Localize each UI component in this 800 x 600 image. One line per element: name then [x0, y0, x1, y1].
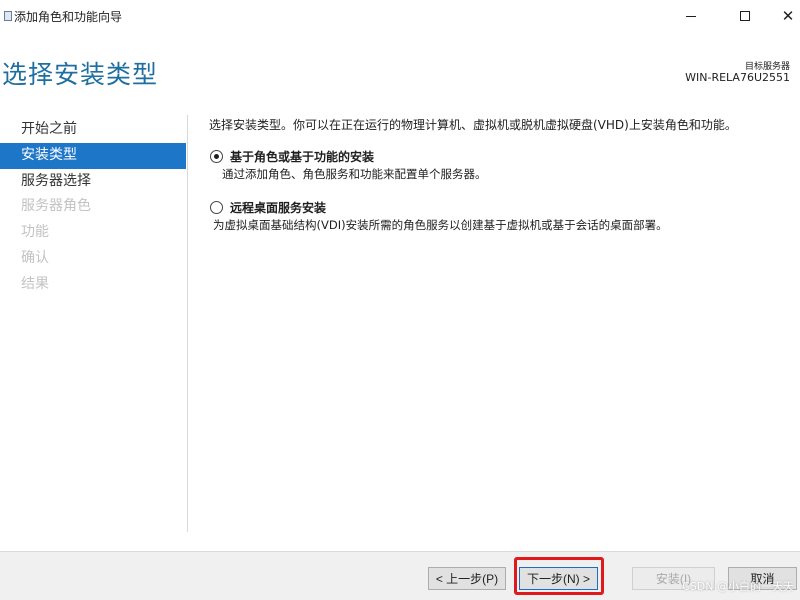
option-role-based-description: 通过添加角色、角色服务和功能来配置单个服务器。 — [222, 167, 487, 181]
nav-divider — [187, 115, 188, 532]
nav-item-confirmation: 确认 — [21, 249, 49, 266]
window-title: 添加角色和功能向导 — [14, 10, 123, 24]
radio-remote-desktop[interactable] — [210, 201, 223, 214]
option-remote-desktop-title[interactable]: 远程桌面服务安装 — [230, 199, 326, 216]
main-content: 选择安装类型。你可以在正在运行的物理计算机、虚拟机或脱机虚拟硬盘(VHD)上安装… — [209, 114, 789, 232]
option-role-based-title[interactable]: 基于角色或基于功能的安装 — [230, 148, 374, 165]
app-icon — [4, 11, 12, 21]
previous-button[interactable]: < 上一步(P) — [428, 567, 506, 590]
maximize-button[interactable] — [722, 0, 768, 32]
title-bar: 添加角色和功能向导 ✕ — [0, 0, 800, 32]
close-icon: ✕ — [781, 7, 795, 25]
nav-item-installation-type[interactable]: 安装类型 — [0, 142, 186, 169]
nav-item-features: 功能 — [21, 224, 49, 241]
intro-text: 选择安装类型。你可以在正在运行的物理计算机、虚拟机或脱机虚拟硬盘(VHD)上安装… — [209, 118, 737, 132]
next-button-highlight — [514, 557, 604, 595]
nav-item-server-selection[interactable]: 服务器选择 — [0, 169, 186, 195]
radio-role-based[interactable] — [210, 150, 223, 163]
minimize-icon — [686, 15, 696, 17]
watermark: CSDN @小白的一天天 — [682, 580, 794, 593]
nav-item-results: 结果 — [21, 275, 49, 292]
page-title: 选择安装类型 — [2, 60, 159, 89]
radio-selected-dot — [214, 154, 219, 159]
nav-item-server-roles: 服务器角色 — [21, 198, 91, 215]
minimize-button[interactable] — [668, 0, 714, 32]
wizard-nav: 开始之前 安装类型 服务器选择 服务器角色 功能 确认 结果 — [0, 117, 186, 298]
option-remote-desktop-description: 为虚拟桌面基础结构(VDI)安装所需的角色服务以创建基于虚拟机或基于会话的桌面部… — [213, 218, 668, 232]
target-server-name: WIN-RELA76U2551 — [685, 71, 790, 84]
nav-item-before-you-begin[interactable]: 开始之前 — [0, 117, 186, 143]
maximize-icon — [740, 11, 750, 21]
close-button[interactable]: ✕ — [776, 0, 800, 32]
